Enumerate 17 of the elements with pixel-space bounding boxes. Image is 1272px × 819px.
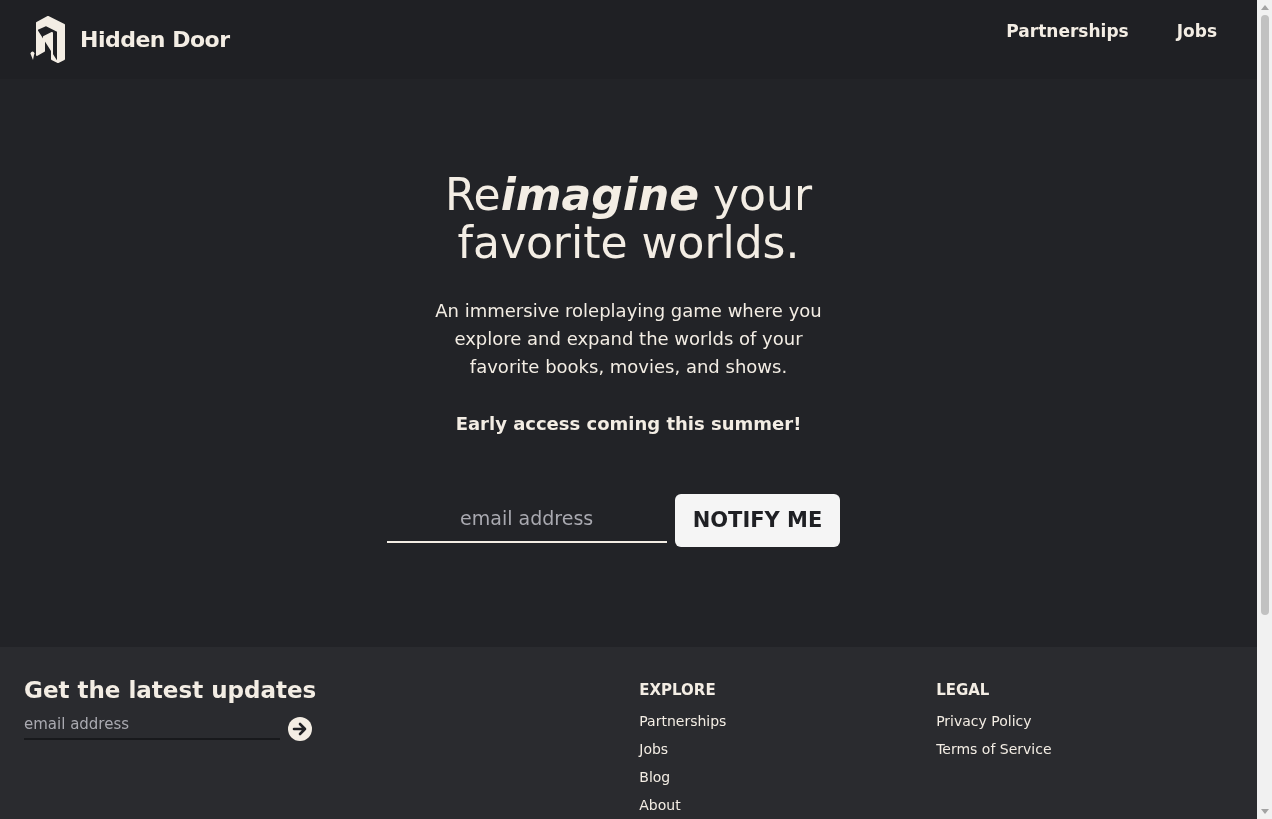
footer-link[interactable]: Privacy Policy — [936, 707, 1032, 735]
email-field[interactable]: email address — [24, 710, 280, 740]
footer-link[interactable]: Jobs — [639, 735, 669, 763]
nav-link[interactable]: Partnerships — [1006, 21, 1129, 42]
hero-headline: Reimagine your favorite worlds. — [445, 170, 812, 267]
hero-description: An immersive roleplaying game where you explore and expand the worlds of your favorite books, movies, and shows. — [434, 298, 823, 379]
footer-link[interactable]: Blog — [639, 763, 671, 791]
announcement: Early access coming this summer! — [455, 412, 802, 434]
footer-title: Get the latest updates — [24, 677, 318, 703]
footer-heading: LEGAL — [936, 681, 990, 699]
brand-name[interactable]: Hidden Door — [80, 26, 230, 52]
footer-link[interactable]: Terms of Service — [936, 735, 1052, 763]
notify-button[interactable]: NOTIFY ME — [674, 493, 841, 547]
footer-link[interactable]: Partnerships — [639, 707, 727, 735]
footer-link[interactable]: About — [639, 791, 681, 819]
footer-heading: EXPLORE — [639, 681, 716, 699]
nav-link[interactable]: Jobs — [1176, 21, 1217, 42]
